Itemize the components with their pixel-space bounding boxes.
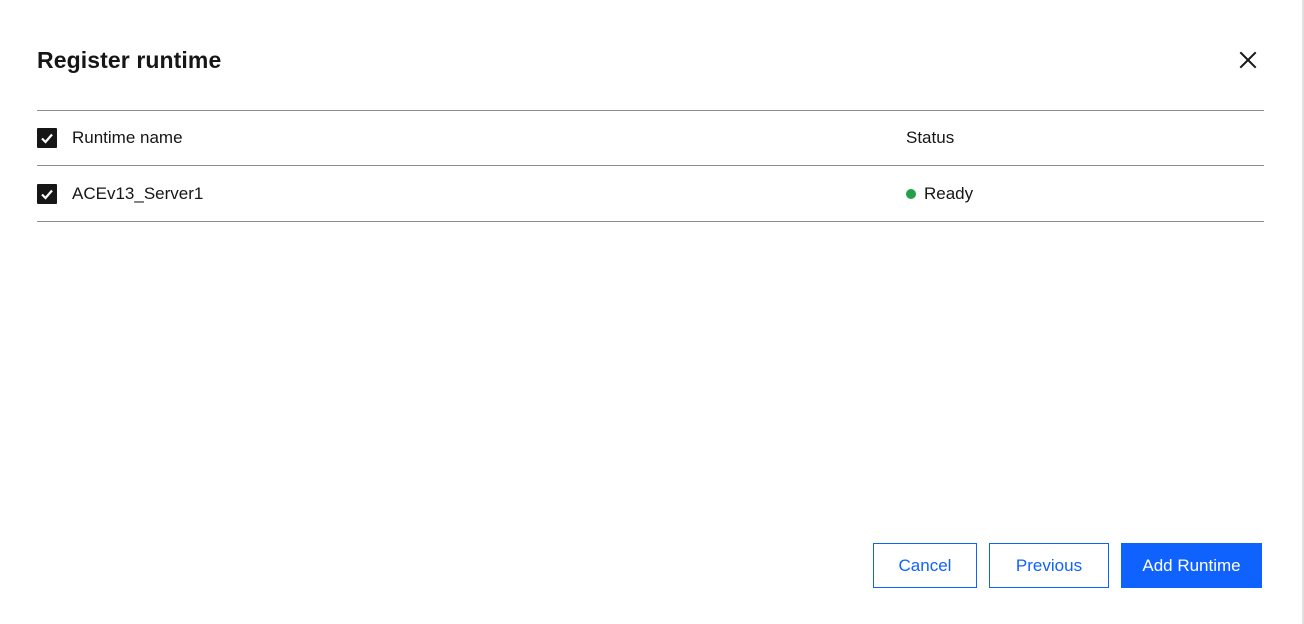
register-runtime-modal: Register runtime Runtime name Status ACE… (0, 0, 1304, 624)
column-header-runtime-name: Runtime name (72, 128, 183, 147)
modal-title: Register runtime (37, 47, 222, 73)
row-checkbox[interactable] (37, 183, 57, 204)
close-icon (1239, 51, 1257, 69)
runtime-table: Runtime name Status ACEv13_Server1 Ready (37, 110, 1264, 222)
cancel-button[interactable]: Cancel (873, 543, 977, 588)
status-cell: Ready (906, 184, 973, 204)
modal-header: Register runtime (37, 44, 1264, 76)
select-all-checkbox[interactable] (37, 128, 57, 148)
status-text: Ready (924, 183, 974, 203)
modal-footer: Cancel Previous Add Runtime (873, 543, 1262, 588)
table-header-row: Runtime name Status (37, 111, 1264, 166)
previous-button[interactable]: Previous (989, 543, 1109, 588)
add-runtime-button[interactable]: Add Runtime (1121, 543, 1262, 588)
checkmark-icon (41, 133, 53, 144)
status-dot-icon (906, 188, 916, 199)
runtime-name-cell: ACEv13_Server1 (72, 183, 204, 203)
checkmark-icon (41, 189, 53, 200)
table-row: ACEv13_Server1 Ready (37, 166, 1264, 222)
column-header-status: Status (906, 128, 955, 147)
close-button[interactable] (1232, 44, 1264, 76)
